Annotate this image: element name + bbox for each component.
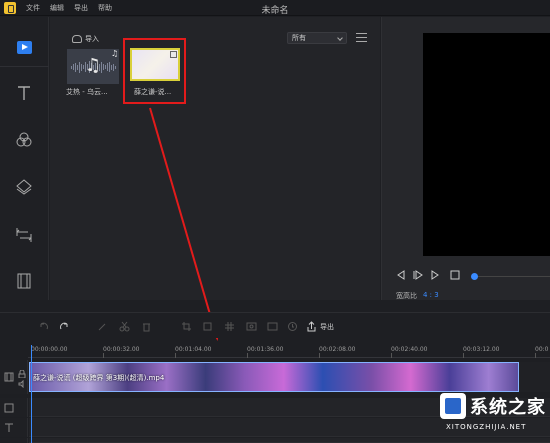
watermark: 系统之家 [440,393,546,419]
import-button[interactable]: 导入 [72,34,99,44]
layers-icon [16,179,32,195]
aspect-ratio-value[interactable]: 4 : 3 [423,291,439,299]
film-icon [4,372,14,382]
filter-value: 所有 [292,34,306,42]
media-filter-select[interactable]: 所有 [287,32,347,44]
video-media-thumbnail[interactable] [130,48,180,81]
ruler-tick-mark [319,353,320,358]
ruler-tick: 00:02:08.00 [319,346,356,353]
ruler-tick: 00:01:36.00 [247,346,284,353]
export-icon [307,321,316,332]
music-note-icon: ♫ [85,55,102,76]
import-icon [72,35,82,43]
video-clip[interactable]: 薛之谦-说谎 (超级跨界 第3期)(超清).mp4 [29,362,519,392]
undo-icon[interactable] [38,321,49,332]
text-tab[interactable] [12,82,36,104]
media-icon [16,40,32,54]
ruler-tick: 00:02:40.00 [391,346,428,353]
ruler-tick-mark [175,353,176,358]
volume-icon[interactable] [18,380,26,388]
window-title: 未命名 [261,6,289,16]
mosaic-icon[interactable] [224,321,235,332]
media-tab[interactable] [12,36,36,58]
filter-tab[interactable] [12,129,36,151]
zoom-icon[interactable] [267,321,278,332]
watermark-text: 系统之家 [470,397,546,418]
audio-badge-icon: ♫ [111,49,119,58]
list-view-icon[interactable] [356,33,367,43]
cut-icon[interactable] [119,321,130,332]
overlay-track-head [0,398,28,417]
export-label: 导出 [320,322,334,331]
element-tab[interactable] [12,270,36,292]
video-media-label: 薛之谦-说... [134,88,172,96]
audio-track-head [0,438,28,443]
sidebar-divider [0,66,49,67]
audio-media-thumbnail[interactable]: ♫ ♫ [67,49,119,84]
ruler-tick: 00:00:00.00 [31,346,68,353]
play-icon[interactable] [413,270,423,280]
prev-frame-icon[interactable] [396,270,406,280]
seek-bar[interactable] [478,276,550,277]
overlay-tab[interactable] [12,176,36,198]
crop-icon[interactable] [181,321,192,332]
left-sidebar [0,17,49,300]
ruler-tick-mark [103,353,104,358]
ruler-tick: 00:03:12.00 [463,346,500,353]
ruler-tick-mark [535,353,536,358]
text-icon [18,86,30,100]
transition-icon [16,228,32,242]
film-icon [4,403,14,413]
record-icon[interactable] [246,321,257,332]
watermark-url: XITONGZHIJIA.NET [446,423,527,431]
duration-icon[interactable] [287,321,298,332]
ruler-tick: 00:01:04.00 [175,346,212,353]
next-frame-icon[interactable] [430,270,440,280]
redo-icon[interactable] [59,321,70,332]
text-track-head [0,418,28,437]
aspect-ratio-label: 宽高比 [396,292,417,300]
text-icon [5,423,13,432]
audio-media-label: 艾热 - 乌云... [66,88,108,96]
ruler-tick-mark [463,353,464,358]
clip-label: 薛之谦-说谎 (超级跨界 第3期)(超清).mp4 [33,374,165,382]
freeze-icon[interactable] [202,321,213,332]
video-track-head [0,360,28,394]
playhead[interactable] [31,345,32,443]
import-label: 导入 [85,35,99,43]
stop-icon[interactable] [450,270,460,280]
chevron-down-icon [337,35,343,41]
export-button[interactable]: 导出 [306,321,334,332]
ruler-tick-mark [247,353,248,358]
audio-track[interactable] [29,438,550,443]
transition-tab[interactable] [12,224,36,246]
preview-screen [423,33,550,256]
watermark-logo-icon [440,393,466,419]
film-icon [17,273,31,289]
ruler-tick-mark [391,353,392,358]
seek-handle[interactable] [471,273,478,280]
ruler-tick: 00:0 [535,346,549,353]
lock-icon[interactable] [18,370,26,378]
title-bar: 文件 编辑 导出 帮助 未命名 [0,0,550,16]
edit-icon[interactable] [97,321,108,332]
delete-icon[interactable] [141,321,152,332]
ruler-tick: 00:00:32.00 [103,346,140,353]
filter-icon [16,132,32,147]
